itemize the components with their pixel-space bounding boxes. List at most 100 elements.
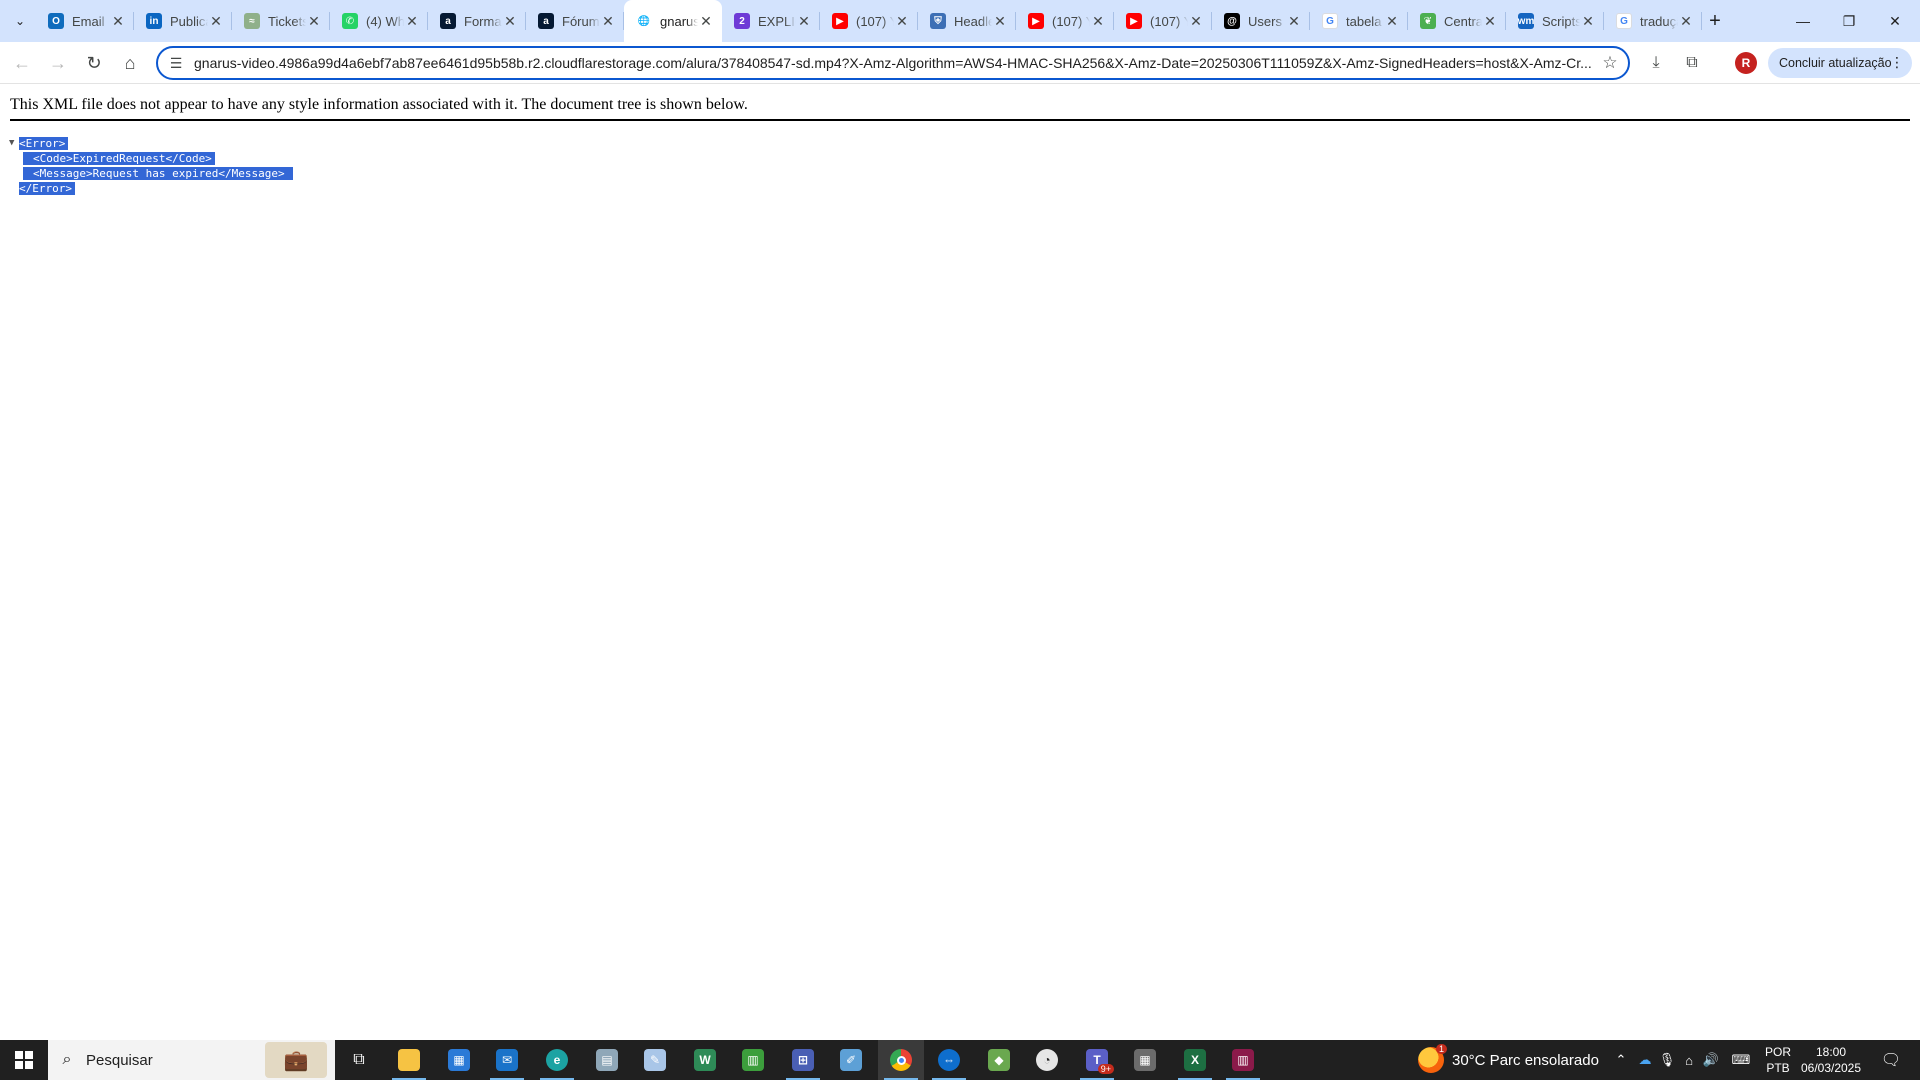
tab-search-button[interactable]: ⌄	[6, 7, 34, 35]
tab-title: Scripts	[1542, 13, 1580, 29]
network-button[interactable]: ⌂	[1678, 1040, 1700, 1080]
restore-icon: ❐	[1842, 12, 1856, 29]
browser-tab[interactable]: ▶ (107) YouTube✕	[1016, 0, 1114, 42]
browser-tab[interactable]: ≈ Tickets ✕	[232, 0, 330, 42]
reading-list-button[interactable]: ⤓	[1640, 47, 1672, 79]
taskbar-app-10[interactable]: ⊞	[780, 1040, 826, 1080]
browser-tab[interactable]: a Fórum ✕	[526, 0, 624, 42]
reload-button[interactable]: ↻	[78, 47, 110, 79]
browser-tab[interactable]: 2 EXPLICA✕	[722, 0, 820, 42]
close-tab-icon[interactable]: ✕	[110, 13, 126, 29]
close-tab-icon[interactable]: ✕	[992, 13, 1008, 29]
browser-tab[interactable]: in Publicações✕	[134, 0, 232, 42]
close-tab-icon[interactable]: ✕	[404, 13, 420, 29]
taskbar-edge[interactable]: e	[534, 1040, 580, 1080]
close-tab-icon[interactable]: ✕	[208, 13, 224, 29]
taskbar-mail[interactable]: ✉	[484, 1040, 530, 1080]
download-icon: ⤓	[1652, 54, 1660, 71]
show-hidden-icons-button[interactable]: ⌃	[1610, 1040, 1632, 1080]
excel-icon: X	[1184, 1049, 1206, 1071]
onedrive-button[interactable]: ☁	[1634, 1040, 1656, 1080]
tab-title: Email	[72, 13, 105, 29]
taskbar-app-14[interactable]: ◆	[976, 1040, 1022, 1080]
home-button[interactable]: ⌂	[114, 47, 146, 79]
close-tab-icon[interactable]: ✕	[502, 13, 518, 29]
notification-center-button[interactable]: 🗨	[1866, 1040, 1916, 1080]
taskbar-app-15[interactable]: ◔	[1024, 1040, 1070, 1080]
close-tab-icon[interactable]: ✕	[796, 13, 812, 29]
browser-tab[interactable]: O Email ✕	[36, 0, 134, 42]
weather-widget[interactable]: 1 30°C Parc ensolarado	[1418, 1040, 1599, 1080]
site-info-button[interactable]: ☰	[158, 55, 194, 72]
close-tab-icon[interactable]: ✕	[894, 13, 910, 29]
xml-code-element: <Code>ExpiredRequest</Code>	[23, 152, 215, 165]
taskbar-teamviewer[interactable]: ⇔	[926, 1040, 972, 1080]
windows-taskbar: ⌕ Pesquisar 💼 ⧉ ▦ ✉ e ▤ ✎ W ▥ ⊞ ✐ ⇔ ◆ ◔ …	[0, 1040, 1920, 1080]
minimize-icon: —	[1796, 13, 1810, 29]
close-tab-icon[interactable]: ✕	[1678, 13, 1694, 29]
profile-avatar[interactable]: R	[1735, 52, 1757, 74]
bookmark-button[interactable]: ☆	[1592, 53, 1628, 73]
restore-button[interactable]: ❐	[1826, 0, 1872, 42]
update-button[interactable]: Concluir atualização ⋮	[1768, 48, 1912, 78]
taskbar-app-7[interactable]: ✎	[632, 1040, 678, 1080]
taskbar-calculator[interactable]: ▦	[1122, 1040, 1168, 1080]
taskbar-app-6[interactable]: ▤	[584, 1040, 630, 1080]
microphone-button[interactable]: 🎙	[1656, 1040, 1678, 1080]
browser-tab[interactable]: ▶ (107) YouTube✕	[1114, 0, 1212, 42]
browser-tab[interactable]: wm Scripts ✕	[1506, 0, 1604, 42]
youtube-icon: ▶	[1126, 13, 1142, 29]
close-tab-icon[interactable]: ✕	[1482, 13, 1498, 29]
taskbar-app-9[interactable]: ▥	[730, 1040, 776, 1080]
extensions-button[interactable]: ⧉	[1676, 47, 1708, 79]
forward-button[interactable]: →	[42, 47, 74, 79]
address-bar[interactable]: ☰ gnarus-video.4986a99d4a6ebf7ab87ee6461…	[156, 46, 1630, 80]
start-button[interactable]	[0, 1040, 48, 1080]
browser-tab[interactable]: ▶ (107) YouTube✕	[820, 0, 918, 42]
task-view-button[interactable]: ⧉	[336, 1040, 382, 1080]
new-tab-button[interactable]: +	[1702, 8, 1728, 34]
taskbar-app-8[interactable]: W	[682, 1040, 728, 1080]
taskbar-file-explorer[interactable]	[386, 1040, 432, 1080]
browser-tab[interactable]: ✆ (4) WhatsApp✕	[330, 0, 428, 42]
browser-tab[interactable]: a Formação✕	[428, 0, 526, 42]
chevron-up-icon: ⌃	[1615, 1052, 1627, 1067]
taskbar-winrar[interactable]: ▥	[1220, 1040, 1266, 1080]
browser-tab[interactable]: Gtradução✕	[1604, 0, 1702, 42]
update-label: Concluir atualização	[1779, 56, 1892, 70]
browser-tab[interactable]: Gtabela ✕	[1310, 0, 1408, 42]
volume-button[interactable]: 🔊	[1700, 1040, 1722, 1080]
taskbar-teams[interactable]: T 9+	[1074, 1040, 1120, 1080]
close-tab-icon[interactable]: ✕	[698, 13, 714, 29]
xml-tree: ▼ <Error> <Code>ExpiredRequest</Code> <M…	[9, 136, 293, 196]
browser-tab[interactable]: @ Users ✕	[1212, 0, 1310, 42]
back-button[interactable]: ←	[6, 47, 38, 79]
keyboard-button[interactable]: ⌨	[1726, 1040, 1756, 1080]
close-tab-icon[interactable]: ✕	[1286, 13, 1302, 29]
collapse-triangle-icon[interactable]: ▼	[9, 136, 19, 151]
browser-tab[interactable]: ⛨ Headless✕	[918, 0, 1016, 42]
close-tab-icon[interactable]: ✕	[1580, 13, 1596, 29]
url-text[interactable]: gnarus-video.4986a99d4a6ebf7ab87ee6461d9…	[194, 55, 1592, 71]
browser-tab[interactable]: 🌐 gnarus-video✕	[624, 0, 722, 42]
taskbar-store[interactable]: ▦	[436, 1040, 482, 1080]
divider	[10, 119, 1910, 121]
system-clock[interactable]: 18:00 06/03/2025	[1796, 1044, 1866, 1076]
input-language[interactable]: POR PTB	[1762, 1044, 1794, 1076]
close-tab-icon[interactable]: ✕	[1188, 13, 1204, 29]
taskbar-chrome[interactable]	[878, 1040, 924, 1080]
close-tab-icon[interactable]: ✕	[1090, 13, 1106, 29]
clock-time: 18:00	[1815, 1045, 1847, 1059]
taskbar-search[interactable]: ⌕ Pesquisar 💼	[48, 1040, 335, 1080]
tab-title: Headless	[954, 13, 992, 29]
minimize-button[interactable]: —	[1780, 0, 1826, 42]
close-tab-icon[interactable]: ✕	[600, 13, 616, 29]
close-window-button[interactable]: ✕	[1872, 0, 1918, 42]
taskbar-app-11[interactable]: ✐	[828, 1040, 874, 1080]
taskbar-excel[interactable]: X	[1172, 1040, 1218, 1080]
browser-tab[interactable]: ❦ Central ✕	[1408, 0, 1506, 42]
more-icon: ⋮	[1890, 54, 1904, 70]
close-tab-icon[interactable]: ✕	[306, 13, 322, 29]
close-tab-icon[interactable]: ✕	[1384, 13, 1400, 29]
linkedin-icon: in	[146, 13, 162, 29]
